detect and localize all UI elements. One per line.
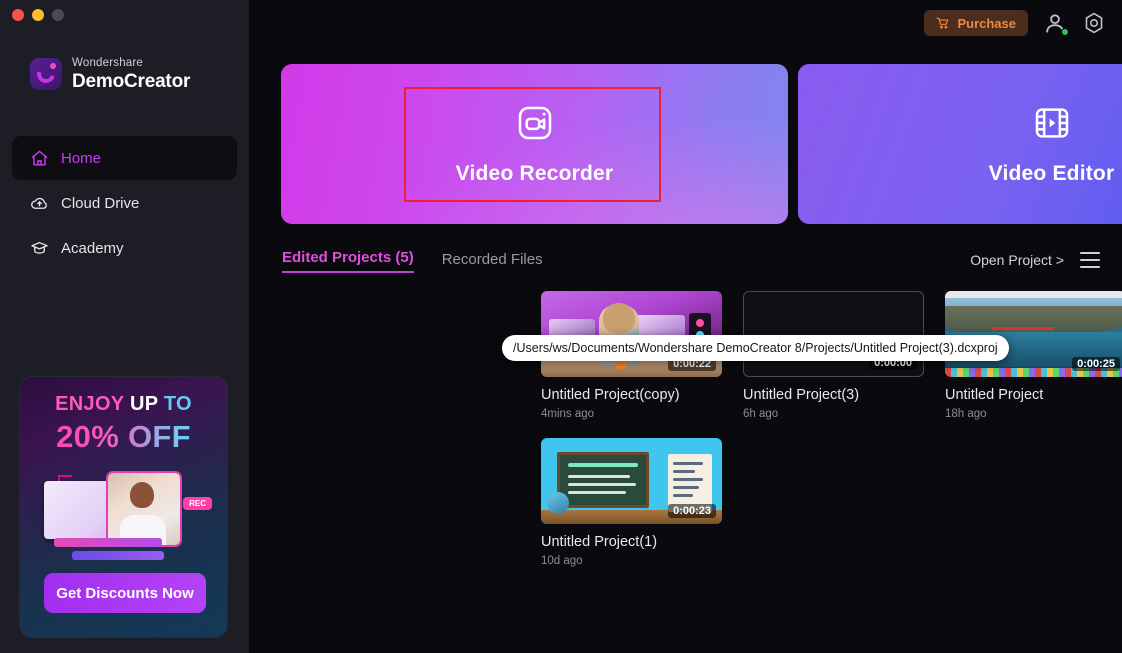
project-card[interactable]: 0:00:23 Untitled Project(1) 10d ago	[541, 438, 743, 567]
purchase-button-label: Purchase	[957, 15, 1016, 31]
rec-badge-icon: REC	[183, 497, 212, 510]
online-status-badge	[1061, 28, 1069, 36]
sidebar-item-academy[interactable]: Academy	[12, 226, 237, 270]
app-logo: Wondershare DemoCreator	[30, 57, 191, 92]
duration-badge: 0:00:25	[1072, 357, 1120, 371]
projects-tabs-row: Edited Projects (5) Recorded Files Open …	[282, 249, 1100, 279]
project-timestamp: 18h ago	[945, 408, 987, 420]
project-timestamp: 4mins ago	[541, 408, 595, 420]
header-toolbar: Purchase	[924, 10, 1106, 36]
brand-company-name: Wondershare	[72, 57, 144, 69]
film-play-icon	[1032, 103, 1072, 148]
promo-banner[interactable]: ENJOY UP TO 20% OFF REC Get Discounts No…	[19, 376, 228, 638]
cloud-upload-icon	[30, 194, 49, 213]
project-name: Untitled Project(1)	[541, 534, 658, 550]
sidebar-item-home[interactable]: Home	[12, 136, 237, 180]
sidebar-item-cloud-drive[interactable]: Cloud Drive	[12, 181, 237, 225]
video-editor-card[interactable]: Video Editor	[798, 64, 1122, 224]
project-thumbnail[interactable]: 0:00:22	[541, 291, 722, 377]
promo-discount: 20% OFF	[20, 419, 227, 455]
project-name: Untitled Project(copy)	[541, 387, 680, 403]
purchase-button[interactable]: Purchase	[924, 10, 1028, 36]
sidebar-item-label: Cloud Drive	[61, 194, 140, 212]
home-icon	[30, 149, 49, 168]
project-timestamp: 10d ago	[541, 555, 583, 567]
main-content: Purchase Video Recorder Video Editor Edi…	[249, 0, 1122, 653]
open-project-link[interactable]: Open Project >	[970, 252, 1064, 268]
hero-cards: Video Recorder Video Editor	[281, 64, 1122, 224]
project-thumbnail[interactable]: 0:00:00	[743, 291, 924, 377]
project-thumbnail[interactable]: 0:00:25	[945, 291, 1122, 377]
user-avatar-icon[interactable]	[1042, 10, 1069, 36]
sidebar-nav: Home Cloud Drive Academy	[12, 136, 237, 271]
close-window-button[interactable]	[12, 9, 24, 21]
promo-illustration: REC	[44, 473, 212, 560]
shopping-cart-icon	[936, 16, 950, 30]
democreator-logo-icon	[30, 58, 62, 91]
sidebar: Wondershare DemoCreator Home Cloud Drive	[0, 0, 249, 653]
project-thumbnail[interactable]: 0:00:23	[541, 438, 722, 524]
project-name: Untitled Project	[945, 387, 1044, 403]
project-timestamp: 6h ago	[743, 408, 779, 420]
window-traffic-lights	[12, 9, 64, 21]
camera-record-icon	[515, 103, 555, 148]
promo-headline-part1: ENJOY	[55, 393, 130, 415]
file-path-tooltip: /Users/ws/Documents/Wondershare DemoCrea…	[502, 335, 1009, 361]
get-discounts-button[interactable]: Get Discounts Now	[44, 573, 206, 613]
promo-headline: ENJOY UP TO	[20, 393, 227, 416]
promo-headline-part2: UP	[129, 393, 164, 415]
video-editor-label: Video Editor	[988, 161, 1115, 185]
sidebar-item-label: Home	[61, 149, 102, 167]
tab-recorded-files[interactable]: Recorded Files	[442, 251, 543, 273]
maximize-window-button[interactable]	[52, 9, 64, 21]
project-name: Untitled Project(3)	[743, 387, 860, 403]
video-recorder-card[interactable]: Video Recorder	[281, 64, 788, 224]
tab-edited-projects[interactable]: Edited Projects (5)	[282, 249, 414, 273]
promo-headline-part3: TO	[163, 393, 192, 415]
graduation-cap-icon	[30, 239, 49, 258]
sidebar-item-label: Academy	[61, 239, 124, 257]
list-view-icon[interactable]	[1080, 252, 1100, 268]
app-window: Wondershare DemoCreator Home Cloud Drive	[0, 0, 1122, 653]
duration-badge: 0:00:23	[668, 504, 716, 518]
gear-icon[interactable]	[1082, 11, 1106, 35]
brand-product-name: DemoCreator	[72, 70, 191, 92]
minimize-window-button[interactable]	[32, 9, 44, 21]
video-recorder-label: Video Recorder	[455, 161, 614, 185]
